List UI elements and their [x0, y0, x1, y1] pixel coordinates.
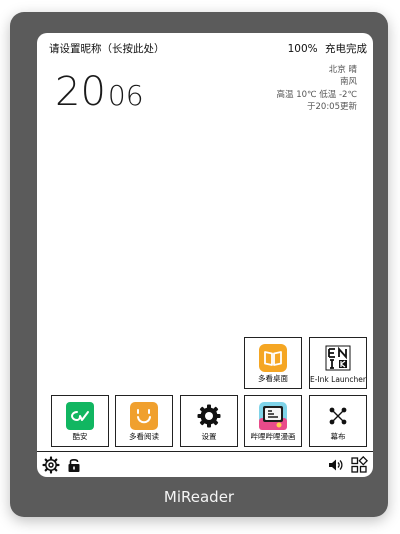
battery-status: 100% 充电完成: [284, 41, 367, 56]
app-settings[interactable]: 设置: [180, 395, 238, 447]
app-coolapk[interactable]: 酷安: [51, 395, 109, 447]
app-label: 多看阅读: [129, 432, 159, 441]
app-mubu[interactable]: 幕布: [309, 395, 367, 447]
settings-gear-icon[interactable]: [42, 456, 60, 474]
app-label: 幕布: [330, 432, 346, 441]
lock-icon[interactable]: [65, 456, 83, 474]
volume-icon[interactable]: [327, 456, 345, 474]
charge-state: 充电完成: [325, 43, 367, 55]
app-duokan-reader[interactable]: 多看阅读: [115, 395, 173, 447]
device-brand-label: MiReader: [163, 488, 235, 506]
app-eink-launcher[interactable]: E-Ink Launcher: [309, 337, 367, 389]
bilibili-comics-icon: [259, 402, 287, 430]
device-frame: 请设置昵称（长按此处） 100% 充电完成 2006 北京 晴 南风 高温 10…: [10, 12, 388, 517]
weather-updated: 于20:05更新: [307, 102, 357, 113]
app-label: E-Ink Launcher: [310, 375, 366, 384]
book-icon: [259, 344, 287, 372]
weather-city: 北京 晴: [328, 65, 357, 75]
clock-widget[interactable]: 2006: [55, 69, 144, 115]
app-label: 酷安: [72, 432, 88, 441]
nickname-label[interactable]: 请设置昵称（长按此处）: [49, 41, 165, 56]
clock-hours: 20: [55, 69, 106, 115]
app-label: 设置: [201, 432, 217, 441]
eink-screen: 请设置昵称（长按此处） 100% 充电完成 2006 北京 晴 南风 高温 10…: [37, 33, 373, 477]
app-label: 多看桌面: [258, 374, 288, 383]
bottom-bar: [37, 451, 373, 477]
gear-icon: [195, 402, 223, 430]
battery-percent: 100%: [287, 43, 318, 55]
status-bar: 请设置昵称（长按此处） 100% 充电完成: [37, 41, 373, 57]
app-bilibili-comics[interactable]: 哔哩哔哩漫画: [244, 395, 302, 447]
apps-grid-icon[interactable]: [350, 455, 369, 474]
duokan-smile-icon: [130, 402, 158, 430]
app-label: 哔哩哔哩漫画: [250, 432, 296, 441]
app-duokan-desktop[interactable]: 多看桌面: [244, 337, 302, 389]
weather-temps: 高温 10℃ 低温 -2℃: [276, 89, 358, 100]
mubu-nodes-icon: [324, 402, 352, 430]
weather-wind: 南风: [339, 77, 357, 88]
weather-widget[interactable]: 北京 晴 南风 高温 10℃ 低温 -2℃ 于20:05更新: [277, 64, 358, 114]
enik-logo-icon: [324, 344, 352, 372]
clock-minutes: 06: [107, 79, 144, 112]
coolapk-icon: [66, 402, 94, 430]
